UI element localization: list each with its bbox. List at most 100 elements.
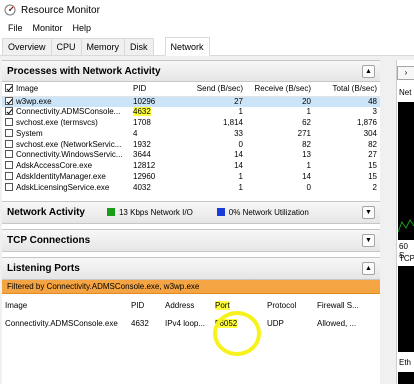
processes-section-header[interactable]: Processes with Network Activity ▲ bbox=[2, 60, 380, 82]
listening-ports-header[interactable]: Listening Ports ▲ bbox=[2, 257, 380, 281]
tcp-connections-header[interactable]: TCP Connections ▼ bbox=[2, 229, 380, 253]
network-activity-header[interactable]: Network Activity 13 Kbps Network I/O 0% … bbox=[2, 201, 380, 225]
column-header-image[interactable]: Image bbox=[2, 294, 128, 318]
table-row[interactable]: svchost.exe (NetworkServic... 1932 0 82 … bbox=[2, 139, 380, 150]
filter-bar[interactable]: Filtered by Connectivity.ADMSConsole.exe… bbox=[2, 280, 380, 295]
table-row[interactable]: Connectivity.ADMSConsole.exe 4632 IPv4 l… bbox=[2, 318, 380, 329]
highlighted-port-header: Port bbox=[215, 301, 230, 311]
row-total-cell: 1,876 bbox=[356, 117, 377, 127]
left-panel: Processes with Network Activity ▲ Image … bbox=[2, 60, 380, 384]
row-send-cell: 1 bbox=[238, 171, 243, 181]
row-checkbox[interactable] bbox=[5, 139, 13, 148]
processes-header-row: Image PID Send (B/sec) Receive (B/sec) T… bbox=[2, 82, 380, 97]
row-image-cell: svchost.exe (termsvcs) bbox=[2, 117, 130, 129]
row-pid-cell: 12960 bbox=[133, 171, 156, 181]
menu-monitor[interactable]: Monitor bbox=[28, 23, 68, 33]
table-row[interactable]: Connectivity.ADMSConsole... 4632 1 1 3 bbox=[2, 107, 380, 118]
row-send-cell: 1,814 bbox=[222, 117, 243, 127]
tcp-connections-title: TCP Connections bbox=[7, 235, 91, 247]
table-row[interactable]: AdskAccessCore.exe 12812 14 1 15 bbox=[2, 161, 380, 172]
table-row[interactable]: Connectivity.WindowsServic... 3644 14 13… bbox=[2, 150, 380, 161]
table-row[interactable]: AdskLicensingService.exe 4032 1 0 2 bbox=[2, 182, 380, 193]
row-receive-cell: 13 bbox=[302, 150, 311, 160]
row-checkbox[interactable] bbox=[5, 182, 13, 191]
column-header-send[interactable]: Send (B/sec) bbox=[178, 82, 246, 97]
row-image-cell: Connectivity.ADMSConsole.exe bbox=[5, 318, 118, 328]
column-header-firewall[interactable]: Firewall S... bbox=[314, 294, 380, 318]
row-send-cell: 33 bbox=[234, 128, 243, 138]
right-panel-header[interactable]: › bbox=[397, 66, 414, 80]
row-pid-cell: 1708 bbox=[133, 117, 151, 127]
row-send-cell: 1 bbox=[238, 107, 243, 117]
table-row[interactable]: System 4 33 271 304 bbox=[2, 128, 380, 139]
row-receive-cell: 82 bbox=[302, 139, 311, 149]
network-io-indicator: 13 Kbps Network I/O bbox=[106, 208, 193, 217]
row-image-cell: Connectivity.ADMSConsole... bbox=[2, 107, 130, 118]
window-title: Resource Monitor bbox=[21, 4, 100, 16]
chevron-down-icon[interactable]: ▼ bbox=[362, 234, 375, 248]
row-send-cell: 1 bbox=[238, 182, 243, 192]
row-checkbox[interactable] bbox=[5, 171, 13, 180]
network-graph-lines bbox=[397, 219, 414, 233]
resource-monitor-icon bbox=[4, 4, 16, 16]
right-panel-label: Eth bbox=[399, 358, 412, 367]
listening-ports-table: Image PID Address Port Protocol Firewall… bbox=[2, 294, 380, 329]
chevron-up-icon[interactable]: ▲ bbox=[362, 262, 375, 276]
row-image-cell: System bbox=[2, 128, 130, 139]
tab-memory[interactable]: Memory bbox=[80, 38, 126, 55]
row-checkbox[interactable] bbox=[5, 107, 13, 116]
chevron-down-icon[interactable]: ▼ bbox=[362, 206, 375, 220]
row-protocol-cell: UDP bbox=[267, 318, 284, 328]
row-receive-cell: 0 bbox=[306, 182, 311, 192]
row-pid-cell: 10296 bbox=[130, 96, 178, 107]
row-total-cell: 304 bbox=[363, 128, 377, 138]
row-checkbox[interactable] bbox=[5, 128, 13, 137]
chevron-up-icon[interactable]: ▲ bbox=[362, 65, 375, 78]
row-checkbox[interactable] bbox=[5, 117, 13, 126]
row-receive-cell: 14 bbox=[302, 171, 311, 181]
menu-help[interactable]: Help bbox=[68, 23, 97, 33]
menu-bar: File Monitor Help bbox=[0, 20, 414, 36]
processes-section-title: Processes with Network Activity bbox=[7, 65, 161, 77]
right-panel-label: Net bbox=[399, 88, 412, 97]
row-total-cell: 15 bbox=[368, 161, 377, 171]
row-pid-cell: 1932 bbox=[133, 139, 151, 149]
select-all-checkbox[interactable] bbox=[5, 83, 13, 92]
highlighted-pid: 4632 bbox=[133, 107, 151, 117]
row-total-cell: 82 bbox=[368, 139, 377, 149]
row-receive-cell: 62 bbox=[302, 117, 311, 127]
column-header-pid[interactable]: PID bbox=[130, 82, 178, 97]
column-header-total[interactable]: Total (B/sec) bbox=[314, 82, 380, 97]
table-row[interactable]: w3wp.exe 10296 27 20 48 bbox=[2, 96, 380, 107]
tab-overview[interactable]: Overview bbox=[2, 38, 52, 55]
table-row[interactable]: AdskIdentityManager.exe 12960 1 14 15 bbox=[2, 171, 380, 183]
annotation-circle bbox=[213, 311, 261, 356]
row-pid-cell: 4632 bbox=[130, 107, 178, 118]
tab-network[interactable]: Network bbox=[164, 37, 210, 56]
row-checkbox[interactable] bbox=[5, 96, 13, 105]
network-util-legend-swatch bbox=[216, 208, 225, 217]
column-header-protocol[interactable]: Protocol bbox=[264, 294, 314, 318]
row-receive-cell: 1 bbox=[306, 161, 311, 171]
row-checkbox[interactable] bbox=[5, 150, 13, 159]
row-send-cell: 14 bbox=[234, 150, 243, 160]
column-header-receive[interactable]: Receive (B/sec) bbox=[246, 82, 314, 97]
row-pid-cell: 4632 bbox=[131, 318, 149, 328]
tab-cpu[interactable]: CPU bbox=[50, 38, 82, 55]
network-io-legend-swatch bbox=[106, 208, 115, 217]
row-pid-cell: 4 bbox=[133, 128, 138, 138]
column-header-address[interactable]: Address bbox=[162, 294, 212, 318]
row-send-cell: 27 bbox=[178, 96, 246, 107]
menu-file[interactable]: File bbox=[3, 23, 28, 33]
row-image-cell: AdskAccessCore.exe bbox=[2, 161, 130, 172]
column-header-image[interactable]: Image bbox=[2, 82, 130, 97]
processes-table: Image PID Send (B/sec) Receive (B/sec) T… bbox=[2, 82, 380, 193]
row-pid-cell: 3644 bbox=[133, 150, 151, 160]
row-receive-cell: 1 bbox=[306, 107, 311, 117]
row-checkbox[interactable] bbox=[5, 161, 13, 170]
column-header-pid[interactable]: PID bbox=[128, 294, 162, 318]
row-send-cell: 14 bbox=[234, 161, 243, 171]
table-row[interactable]: svchost.exe (termsvcs) 1708 1,814 62 1,8… bbox=[2, 117, 380, 129]
tab-disk[interactable]: Disk bbox=[124, 38, 154, 55]
network-activity-title: Network Activity bbox=[7, 207, 85, 219]
